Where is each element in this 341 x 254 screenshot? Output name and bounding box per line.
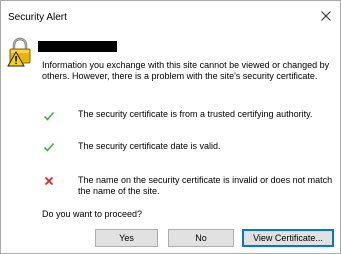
redacted-site-name — [38, 41, 117, 52]
check-text: The security certificate is from a trust… — [78, 109, 313, 119]
warning-lock-icon — [7, 37, 33, 67]
check-text: The name on the security certificate is … — [78, 175, 333, 196]
no-button[interactable]: No — [168, 229, 234, 247]
check-text: The security certificate date is valid. — [78, 141, 221, 151]
yes-button[interactable]: Yes — [95, 229, 158, 247]
checkmark-icon — [43, 141, 55, 153]
title-bar[interactable]: Security Alert — [1, 1, 340, 31]
view-certificate-button[interactable]: View Certificate... — [242, 229, 334, 247]
proceed-question: Do you want to proceed? — [42, 209, 143, 219]
error-x-icon — [43, 175, 55, 187]
window-title: Security Alert — [8, 12, 67, 23]
info-message: Information you exchange with this site … — [42, 60, 330, 81]
checkmark-icon — [43, 110, 55, 122]
security-alert-dialog: Security Alert Information you exchange … — [0, 0, 341, 254]
close-icon[interactable] — [318, 8, 334, 24]
